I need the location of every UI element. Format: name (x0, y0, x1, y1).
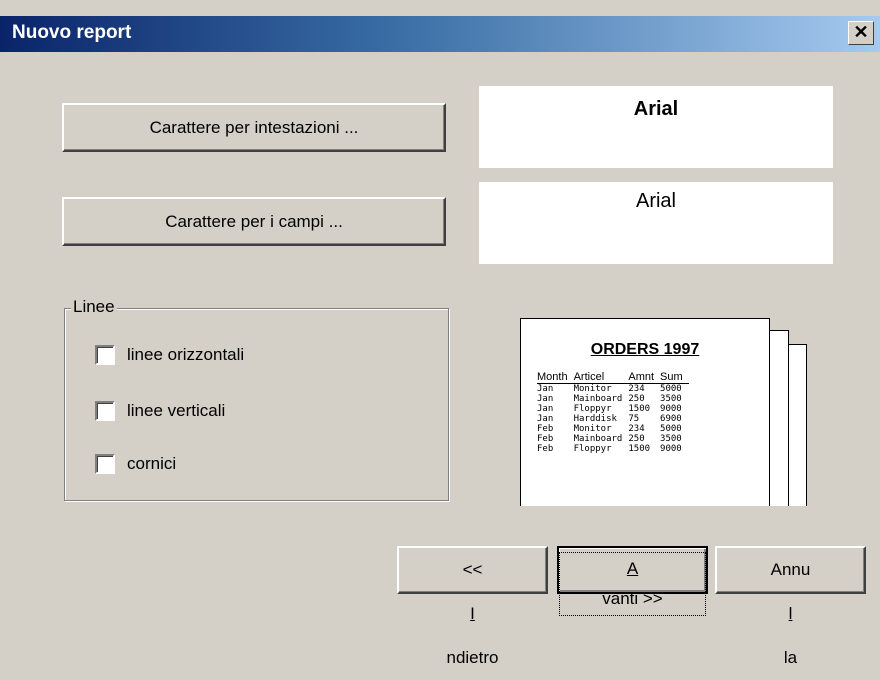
cancel-button-label: Annu l la (717, 548, 864, 680)
checkbox-label: linee verticali (127, 401, 226, 420)
header-font-name: Arial (633, 98, 679, 120)
field-font-preview: Arial (479, 182, 833, 264)
checkbox-label: cornici (127, 454, 177, 473)
next-rest: vanti >> (602, 589, 663, 608)
table-cell: 3500 (660, 434, 682, 444)
title-bar: Nuovo report ✕ (0, 16, 880, 52)
table-cell: Floppyr (573, 444, 612, 454)
table-cell: Jan (537, 414, 554, 424)
back-prefix: << (462, 560, 483, 579)
horizontal-lines-checkbox[interactable]: linee orizzontali (95, 345, 244, 365)
table-cell: 6900 (660, 414, 682, 424)
next-accelerator: A (626, 559, 639, 578)
table-cell: 234 (628, 424, 645, 434)
table-cell: Feb (537, 424, 554, 434)
cancel-pre: Annu (770, 560, 811, 579)
table-cell: Jan (537, 404, 554, 414)
table-row: Feb Mainboard 250 3500 (537, 434, 689, 444)
back-rest: ndietro (446, 648, 499, 667)
table-cell: 250 (628, 394, 645, 404)
new-report-dialog: Nuovo report ✕ Carattere per intestazion… (0, 0, 880, 667)
table-cell: Harddisk (573, 414, 617, 424)
preview-column-header: Amnt (628, 371, 661, 384)
preview-front-page: ORDERS 1997 Month Articel Amnt Sum Jan Mo… (520, 318, 770, 506)
header-font-preview: Arial (479, 86, 833, 168)
table-row: Jan Harddisk 75 6900 (537, 414, 689, 424)
checkbox-box[interactable] (95, 401, 115, 421)
preview-title: ORDERS 1997 (590, 341, 700, 358)
next-button-label: Avanti >> (559, 552, 706, 616)
preview-column-header: Articel (573, 371, 629, 384)
table-row: Jan Floppyr 1500 9000 (537, 404, 689, 414)
table-cell: Feb (537, 444, 554, 454)
table-row: Jan Mainboard 250 3500 (537, 394, 689, 404)
table-cell: Jan (537, 384, 554, 394)
table-cell: Monitor (573, 424, 612, 434)
preview-table: Month Articel Amnt Sum Jan Monitor 234 5000… (537, 371, 689, 454)
close-icon: ✕ (853, 22, 869, 42)
table-cell: 5000 (660, 424, 682, 434)
field-font-button[interactable]: Carattere per i campi ... (62, 197, 446, 246)
table-cell: 9000 (660, 404, 682, 414)
table-cell: 75 (628, 414, 640, 424)
checkbox-box[interactable] (95, 345, 115, 365)
back-accelerator: I (470, 604, 475, 623)
header-font-button[interactable]: Carattere per intestazioni ... (62, 103, 446, 152)
header-font-button-label: Carattere per intestazioni ... (149, 118, 359, 137)
checkbox-box[interactable] (95, 454, 115, 474)
window-title: Nuovo report (12, 22, 132, 43)
lines-group-label: Linee (71, 297, 117, 317)
table-cell: 234 (628, 384, 645, 394)
table-cell: Monitor (573, 384, 612, 394)
table-row: Feb Monitor 234 5000 (537, 424, 689, 434)
field-font-button-label: Carattere per i campi ... (165, 212, 343, 231)
table-cell: 3500 (660, 394, 682, 404)
back-button[interactable]: << Indietro (397, 546, 548, 667)
report-preview-image: ORDERS 1997 Month Articel Amnt Sum Jan Mo… (495, 310, 817, 506)
checkbox-label: linee orizzontali (127, 345, 245, 364)
frames-checkbox[interactable]: cornici (95, 454, 176, 474)
back-button-label: << Indietro (399, 548, 546, 680)
table-cell: 250 (628, 434, 645, 444)
table-cell: Floppyr (573, 404, 612, 414)
preview-column-header: Sum (660, 371, 689, 384)
table-row: Jan Monitor 234 5000 (537, 384, 689, 395)
table-cell: 9000 (660, 444, 682, 454)
vertical-lines-checkbox[interactable]: linee verticali (95, 401, 225, 421)
table-cell: Mainboard (573, 434, 623, 444)
lines-groupbox: Linee linee orizzontali linee verticali … (64, 297, 449, 501)
table-cell: 5000 (660, 384, 682, 394)
table-cell: 1500 (628, 404, 651, 414)
field-font-name: Arial (635, 190, 676, 212)
close-button[interactable]: ✕ (848, 21, 874, 45)
table-cell: 1500 (628, 444, 651, 454)
preview-header-row: Month Articel Amnt Sum (537, 371, 689, 384)
table-cell: Feb (537, 434, 554, 444)
table-row: Feb Floppyr 1500 9000 (537, 444, 689, 454)
preview-column-header: Month (537, 371, 574, 384)
cancel-rest: la (783, 648, 798, 667)
cancel-accelerator: l (788, 604, 793, 623)
table-cell: Jan (537, 394, 554, 404)
table-cell: Mainboard (573, 394, 623, 404)
next-button[interactable]: Avanti >> (557, 546, 708, 616)
cancel-button[interactable]: Annu l la (715, 546, 866, 667)
